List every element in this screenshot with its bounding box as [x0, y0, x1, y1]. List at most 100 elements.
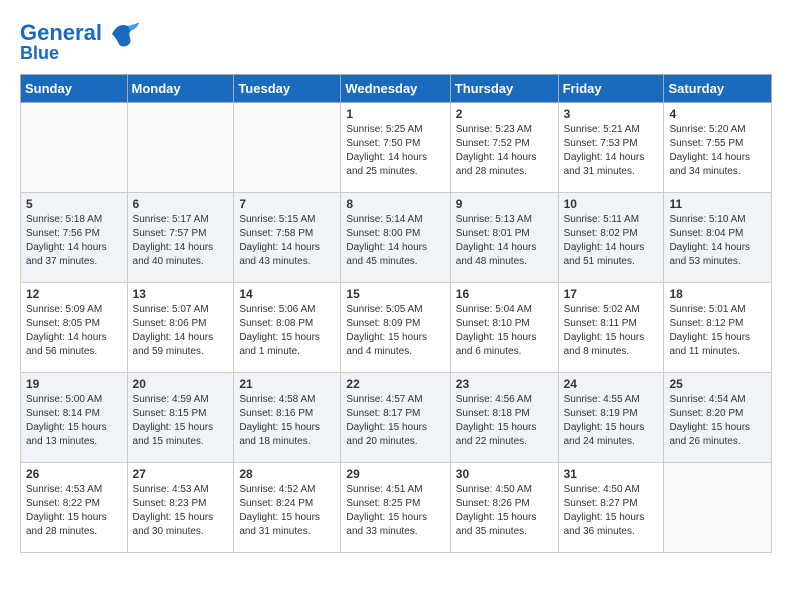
- page-header: General Blue: [20, 20, 772, 64]
- day-info: Sunrise: 4:52 AM Sunset: 8:24 PM Dayligh…: [239, 483, 335, 539]
- day-number: 2: [456, 107, 553, 121]
- day-info: Sunrise: 5:02 AM Sunset: 8:11 PM Dayligh…: [564, 303, 659, 359]
- day-number: 17: [564, 287, 659, 301]
- day-info: Sunrise: 5:13 AM Sunset: 8:01 PM Dayligh…: [456, 213, 553, 269]
- weekday-header-thursday: Thursday: [450, 74, 558, 102]
- logo-general: General: [20, 20, 102, 45]
- weekday-header-monday: Monday: [127, 74, 234, 102]
- day-number: 18: [669, 287, 766, 301]
- calendar-empty-cell: [21, 102, 128, 192]
- day-number: 26: [26, 467, 122, 481]
- day-info: Sunrise: 4:51 AM Sunset: 8:25 PM Dayligh…: [346, 483, 444, 539]
- calendar-day-11: 11 Sunrise: 5:10 AM Sunset: 8:04 PM Dayli…: [664, 192, 772, 282]
- day-number: 20: [133, 377, 229, 391]
- day-number: 16: [456, 287, 553, 301]
- day-number: 11: [669, 197, 766, 211]
- calendar-day-8: 8 Sunrise: 5:14 AM Sunset: 8:00 PM Daylig…: [341, 192, 450, 282]
- day-number: 5: [26, 197, 122, 211]
- calendar-table: SundayMondayTuesdayWednesdayThursdayFrid…: [20, 74, 772, 553]
- calendar-day-18: 18 Sunrise: 5:01 AM Sunset: 8:12 PM Dayli…: [664, 282, 772, 372]
- day-info: Sunrise: 5:05 AM Sunset: 8:09 PM Dayligh…: [346, 303, 444, 359]
- calendar-day-6: 6 Sunrise: 5:17 AM Sunset: 7:57 PM Daylig…: [127, 192, 234, 282]
- calendar-day-17: 17 Sunrise: 5:02 AM Sunset: 8:11 PM Dayli…: [558, 282, 664, 372]
- day-number: 22: [346, 377, 444, 391]
- calendar-day-16: 16 Sunrise: 5:04 AM Sunset: 8:10 PM Dayli…: [450, 282, 558, 372]
- calendar-week-row: 1 Sunrise: 5:25 AM Sunset: 7:50 PM Daylig…: [21, 102, 772, 192]
- weekday-header-friday: Friday: [558, 74, 664, 102]
- day-info: Sunrise: 4:55 AM Sunset: 8:19 PM Dayligh…: [564, 393, 659, 449]
- calendar-empty-cell: [664, 462, 772, 552]
- calendar-day-28: 28 Sunrise: 4:52 AM Sunset: 8:24 PM Dayli…: [234, 462, 341, 552]
- day-info: Sunrise: 5:04 AM Sunset: 8:10 PM Dayligh…: [456, 303, 553, 359]
- calendar-week-row: 26 Sunrise: 4:53 AM Sunset: 8:22 PM Dayli…: [21, 462, 772, 552]
- day-info: Sunrise: 4:54 AM Sunset: 8:20 PM Dayligh…: [669, 393, 766, 449]
- calendar-day-30: 30Sunrise: 4:50 AM Sunset: 8:26 PM Dayli…: [450, 462, 558, 552]
- day-number: 13: [133, 287, 229, 301]
- calendar-week-row: 12 Sunrise: 5:09 AM Sunset: 8:05 PM Dayli…: [21, 282, 772, 372]
- calendar-day-21: 21Sunrise: 4:58 AM Sunset: 8:16 PM Dayli…: [234, 372, 341, 462]
- day-info: Sunrise: 5:10 AM Sunset: 8:04 PM Dayligh…: [669, 213, 766, 269]
- day-info: Sunrise: 5:25 AM Sunset: 7:50 PM Dayligh…: [346, 123, 444, 179]
- day-number: 21: [239, 377, 335, 391]
- calendar-empty-cell: [234, 102, 341, 192]
- calendar-day-14: 14Sunrise: 5:06 AM Sunset: 8:08 PM Dayli…: [234, 282, 341, 372]
- calendar-day-25: 25Sunrise: 4:54 AM Sunset: 8:20 PM Dayli…: [664, 372, 772, 462]
- day-info: Sunrise: 4:57 AM Sunset: 8:17 PM Dayligh…: [346, 393, 444, 449]
- day-info: Sunrise: 5:00 AM Sunset: 8:14 PM Dayligh…: [26, 393, 122, 449]
- day-info: Sunrise: 5:18 AM Sunset: 7:56 PM Dayligh…: [26, 213, 122, 269]
- calendar-header-row: SundayMondayTuesdayWednesdayThursdayFrid…: [21, 74, 772, 102]
- day-info: Sunrise: 5:17 AM Sunset: 7:57 PM Dayligh…: [133, 213, 229, 269]
- calendar-day-2: 2 Sunrise: 5:23 AM Sunset: 7:52 PM Daylig…: [450, 102, 558, 192]
- day-number: 8: [346, 197, 444, 211]
- day-number: 4: [669, 107, 766, 121]
- day-number: 27: [133, 467, 229, 481]
- calendar-day-20: 20 Sunrise: 4:59 AM Sunset: 8:15 PM Dayli…: [127, 372, 234, 462]
- calendar-week-row: 19 Sunrise: 5:00 AM Sunset: 8:14 PM Dayli…: [21, 372, 772, 462]
- calendar-day-31: 31 Sunrise: 4:50 AM Sunset: 8:27 PM Dayli…: [558, 462, 664, 552]
- day-number: 7: [239, 197, 335, 211]
- day-number: 6: [133, 197, 229, 211]
- logo: General Blue: [20, 20, 140, 64]
- day-number: 29: [346, 467, 444, 481]
- calendar-day-27: 27 Sunrise: 4:53 AM Sunset: 8:23 PM Dayli…: [127, 462, 234, 552]
- calendar-day-7: 7 Sunrise: 5:15 AM Sunset: 7:58 PM Daylig…: [234, 192, 341, 282]
- day-info: Sunrise: 5:14 AM Sunset: 8:00 PM Dayligh…: [346, 213, 444, 269]
- day-info: Sunrise: 5:23 AM Sunset: 7:52 PM Dayligh…: [456, 123, 553, 179]
- day-number: 15: [346, 287, 444, 301]
- calendar-day-1: 1 Sunrise: 5:25 AM Sunset: 7:50 PM Daylig…: [341, 102, 450, 192]
- calendar-day-15: 15 Sunrise: 5:05 AM Sunset: 8:09 PM Dayli…: [341, 282, 450, 372]
- weekday-header-sunday: Sunday: [21, 74, 128, 102]
- day-number: 1: [346, 107, 444, 121]
- day-number: 9: [456, 197, 553, 211]
- day-info: Sunrise: 4:53 AM Sunset: 8:22 PM Dayligh…: [26, 483, 122, 539]
- calendar-day-13: 13Sunrise: 5:07 AM Sunset: 8:06 PM Dayli…: [127, 282, 234, 372]
- day-info: Sunrise: 5:09 AM Sunset: 8:05 PM Dayligh…: [26, 303, 122, 359]
- day-info: Sunrise: 5:21 AM Sunset: 7:53 PM Dayligh…: [564, 123, 659, 179]
- calendar-day-5: 5 Sunrise: 5:18 AM Sunset: 7:56 PM Daylig…: [21, 192, 128, 282]
- calendar-day-4: 4Sunrise: 5:20 AM Sunset: 7:55 PM Daylig…: [664, 102, 772, 192]
- day-info: Sunrise: 4:53 AM Sunset: 8:23 PM Dayligh…: [133, 483, 229, 539]
- day-info: Sunrise: 5:11 AM Sunset: 8:02 PM Dayligh…: [564, 213, 659, 269]
- day-number: 19: [26, 377, 122, 391]
- day-number: 31: [564, 467, 659, 481]
- calendar-day-22: 22 Sunrise: 4:57 AM Sunset: 8:17 PM Dayli…: [341, 372, 450, 462]
- calendar-empty-cell: [127, 102, 234, 192]
- weekday-header-saturday: Saturday: [664, 74, 772, 102]
- day-info: Sunrise: 5:01 AM Sunset: 8:12 PM Dayligh…: [669, 303, 766, 359]
- day-info: Sunrise: 4:56 AM Sunset: 8:18 PM Dayligh…: [456, 393, 553, 449]
- day-info: Sunrise: 4:59 AM Sunset: 8:15 PM Dayligh…: [133, 393, 229, 449]
- calendar-day-24: 24Sunrise: 4:55 AM Sunset: 8:19 PM Dayli…: [558, 372, 664, 462]
- calendar-day-3: 3Sunrise: 5:21 AM Sunset: 7:53 PM Daylig…: [558, 102, 664, 192]
- calendar-day-19: 19 Sunrise: 5:00 AM Sunset: 8:14 PM Dayli…: [21, 372, 128, 462]
- calendar-day-23: 23Sunrise: 4:56 AM Sunset: 8:18 PM Dayli…: [450, 372, 558, 462]
- day-info: Sunrise: 4:50 AM Sunset: 8:27 PM Dayligh…: [564, 483, 659, 539]
- day-number: 10: [564, 197, 659, 211]
- day-number: 30: [456, 467, 553, 481]
- day-number: 28: [239, 467, 335, 481]
- weekday-header-tuesday: Tuesday: [234, 74, 341, 102]
- calendar-day-29: 29 Sunrise: 4:51 AM Sunset: 8:25 PM Dayli…: [341, 462, 450, 552]
- day-info: Sunrise: 5:15 AM Sunset: 7:58 PM Dayligh…: [239, 213, 335, 269]
- calendar-day-26: 26 Sunrise: 4:53 AM Sunset: 8:22 PM Dayli…: [21, 462, 128, 552]
- calendar-week-row: 5 Sunrise: 5:18 AM Sunset: 7:56 PM Daylig…: [21, 192, 772, 282]
- day-number: 12: [26, 287, 122, 301]
